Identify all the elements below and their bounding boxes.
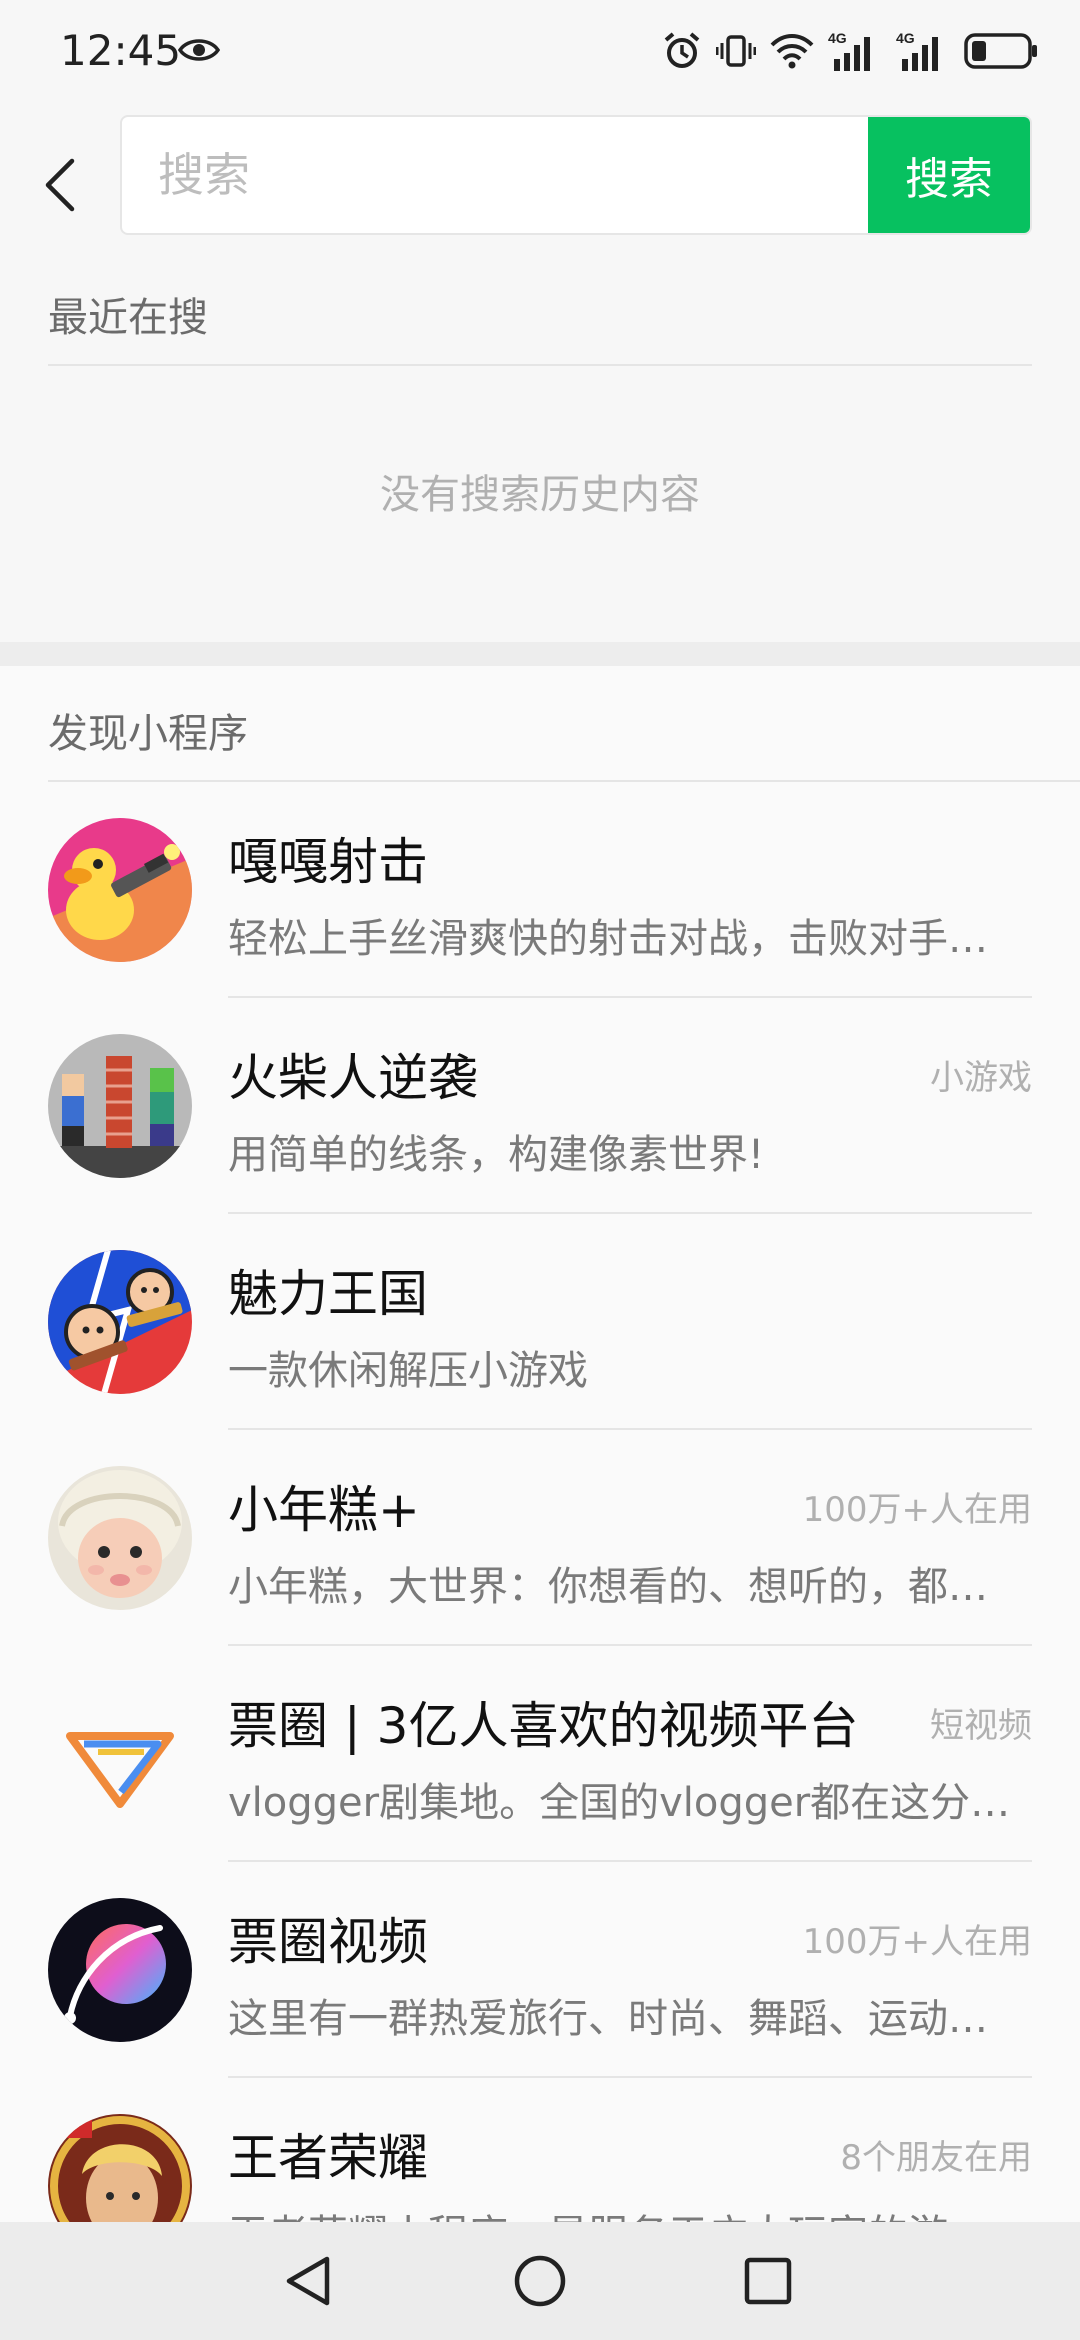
discover-section: 发现小程序 嘎嘎射击 轻松上手丝滑爽快的射击对战，击败对手… 火柴人逆袭 小游戏…: [0, 666, 1080, 2222]
app-tag: 8个朋友在用: [840, 2138, 1032, 2178]
list-item[interactable]: 小年糕+ 100万+人在用 小年糕，大世界：你想看的、想听的，都…: [0, 1430, 1080, 1646]
back-button[interactable]: [30, 145, 90, 225]
system-nav-bar: [0, 2222, 1080, 2340]
home-circle-icon: [514, 2255, 566, 2307]
wifi-icon: [770, 34, 814, 69]
list-item[interactable]: 嘎嘎射击 轻松上手丝滑爽快的射击对战，击败对手…: [0, 782, 1080, 998]
app-name: 王者荣耀: [228, 2129, 428, 2187]
app-description: 这里有一群热爱旅行、时尚、舞蹈、运动…: [228, 1996, 988, 2042]
app-name: 票圈 | 3亿人喜欢的视频平台: [228, 1697, 859, 1755]
nav-back-button[interactable]: [268, 2246, 348, 2316]
app-description: 王者荣耀小程序，是服务于广大玩家的游…: [228, 2202, 1032, 2222]
section-separator: [0, 642, 1080, 666]
planet-icon: [48, 1898, 192, 2042]
list-item[interactable]: 票圈 | 3亿人喜欢的视频平台 短视频 vlogger剧集地。全国的vlogge…: [0, 1646, 1080, 1862]
duck-shooter-icon: [48, 818, 192, 962]
app-description: 用简单的线条，构建像素世界!: [228, 1132, 765, 1178]
nav-home-button[interactable]: [500, 2246, 580, 2316]
recent-search-title: 最近在搜: [48, 295, 208, 341]
list-item[interactable]: 魅力王国 一款休闲解压小游戏: [0, 1214, 1080, 1430]
app-description: 轻松上手丝滑爽快的射击对战，击败对手…: [228, 916, 988, 962]
nav-recents-button[interactable]: [728, 2246, 808, 2316]
status-time: 12:45: [60, 26, 182, 75]
search-button[interactable]: 搜索: [868, 117, 1030, 233]
list-item[interactable]: 火柴人逆袭 小游戏 用简单的线条，构建像素世界!: [0, 998, 1080, 1214]
app-name: 魅力王国: [228, 1265, 428, 1323]
app-description: 小年糕，大世界：你想看的、想听的，都…: [228, 1564, 988, 1610]
divider: [48, 364, 1032, 366]
mini-program-list: 嘎嘎射击 轻松上手丝滑爽快的射击对战，击败对手… 火柴人逆袭 小游戏 用简单的线…: [0, 782, 1080, 2222]
alarm-icon: [664, 32, 700, 68]
hero-avatar-icon: [48, 2114, 192, 2222]
back-triangle-icon: [286, 2256, 330, 2306]
recent-square-icon: [744, 2257, 792, 2305]
list-item[interactable]: 票圈视频 100万+人在用 这里有一群热爱旅行、时尚、舞蹈、运动…: [0, 1862, 1080, 2078]
app-tag: 小游戏: [930, 1058, 1032, 1098]
app-tag: 100万+人在用: [802, 1922, 1032, 1962]
stickman-pixel-icon: [48, 1034, 192, 1178]
app-tag: 100万+人在用: [802, 1490, 1032, 1530]
eye-icon: [178, 39, 220, 61]
discover-title: 发现小程序: [48, 711, 248, 757]
app-name: 小年糕+: [228, 1481, 420, 1539]
network-label: 4G: [828, 30, 847, 46]
app-description: vlogger剧集地。全国的vlogger都在这分…: [228, 1780, 1011, 1826]
piaoquan-logo-icon: [48, 1682, 192, 1826]
app-name: 火柴人逆袭: [228, 1049, 478, 1107]
search-input[interactable]: [122, 117, 872, 233]
signal-4g-icon: 4G: [828, 30, 870, 71]
charm-kingdom-icon: [48, 1250, 192, 1394]
chevron-left-icon: [45, 158, 75, 212]
search-box: 搜索: [120, 115, 1032, 235]
app-description: 一款休闲解压小游戏: [228, 1348, 588, 1394]
vibrate-icon: [716, 35, 756, 67]
app-name: 票圈视频: [228, 1913, 428, 1971]
search-header: 搜索: [0, 105, 1080, 270]
network-label: 4G: [896, 30, 915, 46]
recent-search-section: 最近在搜 没有搜索历史内容: [0, 270, 1080, 642]
app-name: 嘎嘎射击: [228, 833, 428, 891]
status-bar: 12:45 4G 4G: [0, 0, 1080, 105]
list-item[interactable]: 王者荣耀 8个朋友在用 王者荣耀小程序，是服务于广大玩家的游…: [0, 2078, 1080, 2222]
battery-icon: [964, 33, 1037, 69]
signal-4g-icon: 4G: [896, 30, 938, 71]
app-tag: 短视频: [930, 1706, 1032, 1746]
empty-history-text: 没有搜索历史内容: [380, 472, 700, 518]
status-icons: 4G 4G: [662, 28, 1040, 74]
baby-photo-icon: [48, 1466, 192, 1610]
